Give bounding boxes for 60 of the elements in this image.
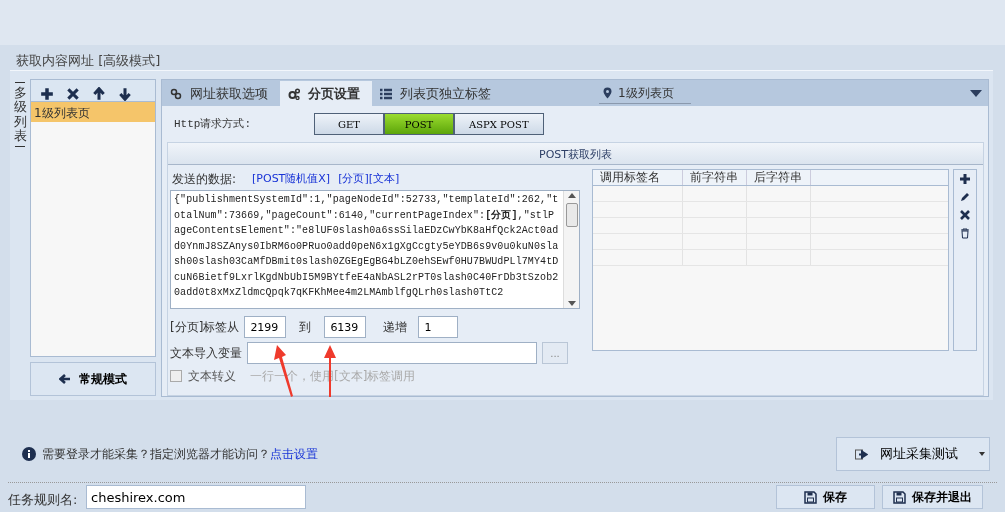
method-option[interactable]: ASPX POST <box>454 113 544 135</box>
side-label: 多级列表 <box>13 86 27 144</box>
rule-name-field[interactable]: cheshirex.com <box>86 485 306 509</box>
scroll-up-icon[interactable] <box>566 191 577 199</box>
insert-link[interactable]: [文本] <box>368 170 400 188</box>
list-item[interactable]: 1级列表页 <box>31 102 155 122</box>
login-hint: 需要登录才能采集？指定浏览器才能访问？点击设置 <box>42 446 318 463</box>
save-button[interactable]: 保存 <box>776 485 875 509</box>
step-field[interactable]: 1 <box>418 316 459 338</box>
from-label: [分页]标签从 <box>170 319 240 336</box>
method-option[interactable]: POST <box>384 113 454 135</box>
import-label: 文本导入变量 <box>170 345 242 362</box>
list-icon <box>380 87 392 100</box>
left-arrow-icon <box>59 373 71 385</box>
method-option[interactable]: GET <box>314 113 384 135</box>
rule-name-label: 任务规则名: <box>8 490 79 509</box>
to-field[interactable]: 6139 <box>324 316 367 338</box>
insert-link[interactable]: [分页] <box>338 170 369 188</box>
column-header: 前字符串 <box>683 170 747 185</box>
scrollbar[interactable] <box>563 191 579 308</box>
pin-icon <box>603 86 612 99</box>
link-icon <box>170 87 182 100</box>
add-icon[interactable] <box>40 86 54 101</box>
test-button[interactable]: 网址采集测试 <box>836 437 990 471</box>
caret-icon[interactable] <box>979 452 985 456</box>
save-button[interactable]: 保存并退出 <box>882 485 983 509</box>
method-label: Http请求方式: <box>174 116 252 132</box>
to-label: 到 <box>299 319 312 336</box>
delete-icon[interactable] <box>66 86 80 101</box>
from-field[interactable]: 2199 <box>244 316 287 338</box>
save-icon <box>893 490 906 504</box>
up-arrow-icon[interactable] <box>92 86 106 101</box>
save-icon <box>804 490 817 504</box>
delete-icon[interactable] <box>959 209 971 221</box>
tab[interactable]: 分页设置 <box>280 81 372 106</box>
data-label: 发送的数据: <box>172 171 237 188</box>
tab[interactable]: 列表页独立标签 <box>372 81 503 106</box>
level-dropdown[interactable]: 1级列表页 <box>599 82 691 104</box>
gears-icon <box>288 87 300 100</box>
column-header: 调用标签名 <box>593 170 683 185</box>
pencil-icon[interactable] <box>959 191 971 203</box>
trash-icon[interactable] <box>959 227 971 239</box>
down-arrow-icon[interactable] <box>118 86 132 101</box>
section-title: 获取内容网址 [高级模式] <box>15 52 162 70</box>
add-icon[interactable] <box>959 173 971 185</box>
info-icon <box>22 447 36 461</box>
group-header: POST获取列表 <box>168 143 983 165</box>
caret-icon[interactable] <box>970 89 982 97</box>
settings-link[interactable]: 点击设置 <box>270 447 318 461</box>
post-data-field[interactable]: {"publishmentSystemId":1,"pageNodeId":52733,"templateId":262,"totalNum":73669,"pageCount":6140,"currentPageIndex":[分页],"stlPageContentsElement":"e8lUF0slash0a6ssSilaEDzCwYbK8aHfQck2Act0add0YnmJ8SZAnys0IbRM6o0PRuo0add0peN6x1gXgCcgty5eYDB6s9v0u0kuN0slash00slash03CaMfDBmit0slash0ZGEgEgBG4bLZ0ehSEwf0HU7BWUdPLl7MY4tDcuN6Bietf9LxrlKgdNbUbI5M9BYtfeE4aNbASL2rPT0slash0C40FrDb3tSzob20add0t8xMxZldmcQpqk7qKFKhMee4m2LMAmblfgQLrh0slash0TtC2 <box>170 190 580 309</box>
step-label: 递增 <box>383 319 408 336</box>
exit-icon <box>855 448 868 460</box>
insert-link[interactable]: [POST随机值X] <box>252 170 331 188</box>
scroll-thumb[interactable] <box>565 203 578 227</box>
column-header: 后字符串 <box>747 170 811 185</box>
checkbox-label: 文本转义 <box>188 368 236 385</box>
tab[interactable]: 网址获取选项 <box>162 81 280 106</box>
import-field[interactable] <box>247 342 537 364</box>
normal-mode-button[interactable]: 常规模式 <box>30 362 156 396</box>
scroll-down-icon[interactable] <box>566 300 577 308</box>
